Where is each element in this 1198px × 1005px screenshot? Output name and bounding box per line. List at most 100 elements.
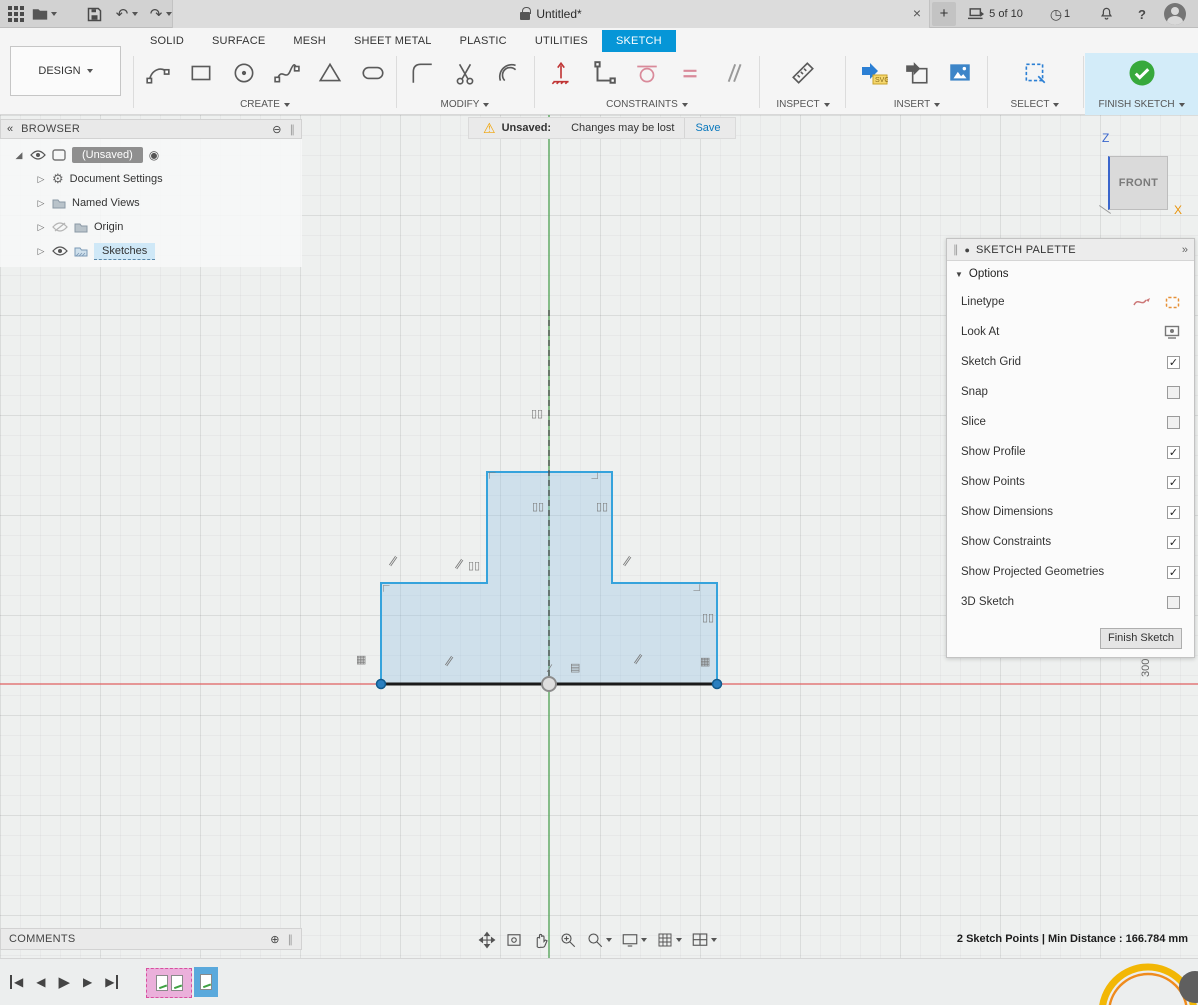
perpendicular-constraint-icon[interactable]: ∟ [380,583,391,594]
user-avatar[interactable] [1164,3,1186,25]
measure-tool-icon[interactable] [782,53,825,93]
timeline-selected-features[interactable] [146,968,192,998]
redo-icon[interactable]: ↷ [146,4,166,24]
tab-sheet-metal[interactable]: SHEET METAL [340,30,446,52]
close-document-icon[interactable]: × [913,5,921,21]
view-cube[interactable]: Z FRONT X [1096,123,1196,223]
show-dimensions-checkbox[interactable]: ✓ [1167,506,1180,519]
view-cube-front-face[interactable]: FRONT [1108,156,1168,210]
midpoint-constraint-icon[interactable]: ▯▯ [532,502,544,513]
root-document-label[interactable]: (Unsaved) [72,147,143,163]
line-tool-icon[interactable] [136,53,179,93]
timeline-sketch-feature-icon[interactable] [156,975,168,991]
parallel-constraint-icon[interactable] [712,53,755,93]
new-tab-button[interactable]: + [932,2,956,26]
tree-collapsed-icon[interactable]: ▷ [36,198,46,209]
tree-label-active[interactable]: Sketches [94,243,155,260]
document-tab[interactable]: Untitled* × [172,0,930,28]
equal-constraint-icon[interactable] [669,53,712,93]
timeline-sketch-feature-icon[interactable] [200,974,212,990]
viewport-canvas[interactable]: ▯▯ ▯▯ ▯▯ ▯▯ ▯▯ ∥ ∥ ∥ ∥ ∥ ∟ ∟ ∟ ∟ ▦ ▦ ▤ ∕… [0,115,1198,958]
perpendicular-constraint-icon[interactable]: ∟ [590,470,601,481]
midpoint-constraint-icon[interactable]: ▯▯ [468,561,480,572]
tab-utilities[interactable]: UTILITIES [521,30,602,52]
tab-mesh[interactable]: MESH [279,30,340,52]
zoom-icon[interactable] [586,931,612,949]
linetype-construction-icon[interactable] [1165,296,1180,309]
tree-row-origin[interactable]: ▷ Origin [0,215,302,239]
midpoint-constraint-icon[interactable]: ▯▯ [596,502,608,513]
visibility-eye-icon[interactable] [52,246,68,256]
tree-collapsed-icon[interactable]: ▷ [36,174,46,185]
notifications-bell-icon[interactable] [1096,4,1116,24]
viewports-icon[interactable] [691,931,717,949]
pan-hand-icon[interactable] [532,931,550,949]
tab-surface[interactable]: SURFACE [198,30,279,52]
design-workspace-dropdown[interactable]: DESIGN [10,46,121,96]
fix-constraint-icon[interactable]: ▦ [700,657,710,668]
tree-collapsed-icon[interactable]: ▷ [36,246,46,257]
show-profile-checkbox[interactable]: ✓ [1167,446,1180,459]
canvas-image-icon[interactable] [939,53,982,93]
tab-solid[interactable]: SOLID [136,30,198,52]
spline-tool-icon[interactable] [265,53,308,93]
insert-dropdown[interactable]: INSERT [894,99,941,113]
add-comment-icon[interactable]: ⊕ [270,933,279,946]
file-menu-caret-icon[interactable] [49,4,59,24]
3d-sketch-checkbox[interactable]: ✓ [1167,596,1180,609]
browser-grip-icon[interactable]: ∥ [290,123,296,136]
perpendicular-constraint-icon[interactable]: ∟ [692,582,703,593]
show-points-checkbox[interactable]: ✓ [1167,476,1180,489]
tree-label[interactable]: Origin [94,221,123,233]
options-section-header[interactable]: ▼ Options [947,261,1194,287]
select-dropdown[interactable]: SELECT [1011,99,1060,113]
tree-expanded-icon[interactable]: ◢ [14,150,24,161]
tree-row-sketches[interactable]: ▷ Sketches [0,239,302,263]
sketch-palette-header[interactable]: ∥ ● SKETCH PALETTE » [947,239,1194,261]
look-at-icon[interactable] [1164,325,1180,339]
rectangle-tool-icon[interactable] [179,53,222,93]
finish-sketch-button[interactable]: Finish Sketch [1100,628,1182,649]
undo-icon[interactable]: ↶ [112,4,132,24]
polygon-tool-icon[interactable] [308,53,351,93]
timeline-sketch-feature-icon[interactable] [171,975,183,991]
fix-constraint-icon[interactable]: ▦ [356,655,366,666]
comments-grip-icon[interactable]: ∥ [288,933,294,946]
sketch-grid-checkbox[interactable]: ✓ [1167,356,1180,369]
fillet-tool-icon[interactable] [401,53,444,93]
save-icon[interactable] [84,4,104,24]
sketch-point-left[interactable] [377,680,386,689]
create-dropdown[interactable]: CREATE [240,99,290,113]
tree-row-document-settings[interactable]: ▷ ⚙ Document Settings [0,167,302,191]
midpoint-constraint-icon[interactable]: ▯▯ [531,409,543,420]
circle-tool-icon[interactable] [222,53,265,93]
horizontal-vertical-constraint-icon[interactable] [583,53,626,93]
job-status-icon[interactable] [966,4,986,24]
finish-sketch-dropdown[interactable]: FINISH SKETCH [1098,99,1184,113]
tab-plastic[interactable]: PLASTIC [446,30,521,52]
play-icon[interactable]: ▶ [58,973,70,991]
palette-expand-icon[interactable]: » [1182,244,1188,256]
sketch-point-right[interactable] [713,680,722,689]
step-back-icon[interactable]: ◀ [36,975,45,989]
tree-row-root[interactable]: ◢ (Unsaved) ◉ [0,143,302,167]
visibility-eye-icon[interactable] [30,150,46,160]
snap-checkbox[interactable]: ✓ [1167,386,1180,399]
perpendicular-constraint-icon[interactable]: ∟ [486,470,497,481]
tab-sketch[interactable]: SKETCH [602,30,676,52]
browser-collapse-icon[interactable]: « [7,123,13,135]
dimension-glyph-icon[interactable]: ▤ [570,663,580,674]
slice-checkbox[interactable]: ✓ [1167,416,1180,429]
tree-row-named-views[interactable]: ▷ Named Views [0,191,302,215]
help-icon[interactable]: ? [1132,4,1152,24]
tree-label[interactable]: Named Views [72,197,140,209]
insert-svg-icon[interactable]: SVG [853,53,896,93]
timeline-active-sketch[interactable] [194,967,218,997]
modify-dropdown[interactable]: MODIFY [441,99,490,113]
finish-sketch-icon[interactable] [1120,53,1163,93]
visibility-off-eye-icon[interactable] [52,222,68,232]
save-link[interactable]: Save [684,118,730,138]
comments-panel-header[interactable]: COMMENTS ⊕ ∥ [0,928,302,950]
tree-label[interactable]: Document Settings [70,173,163,185]
palette-grip-icon[interactable]: ∥ [953,243,959,256]
